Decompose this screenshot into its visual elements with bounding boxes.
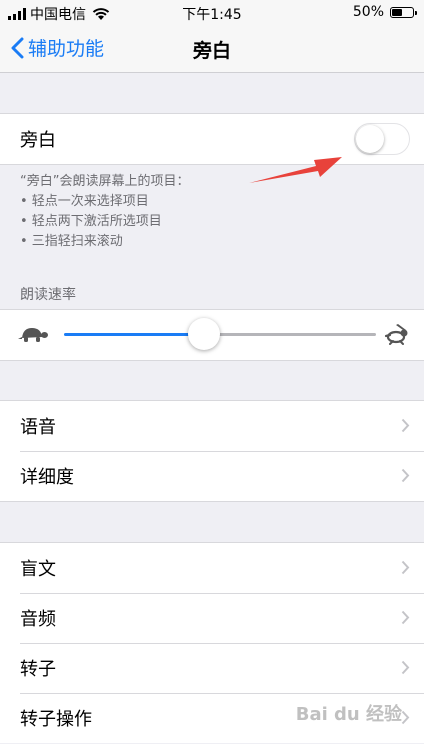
battery-icon <box>390 6 417 18</box>
list-item-braille[interactable]: 盲文 <box>0 543 424 593</box>
row-label: 盲文 <box>20 559 56 580</box>
row-label: 详细度 <box>20 467 74 488</box>
voiceover-group: 旁白 <box>0 113 424 165</box>
voiceover-description: “旁白”会朗读屏幕上的项目： • 轻点一次来选择项目 • 轻点两下激活所选项目 … <box>20 172 189 252</box>
speaking-rate-track[interactable] <box>204 333 376 336</box>
annotation-arrow-icon <box>249 157 342 183</box>
description-line: • 轻点一次来选择项目 <box>20 194 149 209</box>
chevron-right-icon <box>401 560 410 575</box>
chevron-right-icon <box>401 468 410 483</box>
chevron-right-icon <box>401 710 410 725</box>
chevron-right-icon <box>401 418 410 433</box>
speaking-rate-track-filled[interactable] <box>64 333 205 336</box>
list-item-rotor[interactable]: 转子 <box>0 643 424 693</box>
battery-percent: 50% <box>352 4 384 20</box>
voice-settings-group: 语音 详细度 <box>0 400 424 502</box>
row-label: 音频 <box>20 609 56 630</box>
voiceover-row: 旁白 <box>0 114 424 164</box>
chevron-right-icon <box>401 660 410 675</box>
page-title: 旁白 <box>192 40 231 62</box>
chevron-right-icon <box>401 610 410 625</box>
toggle-knob <box>356 125 384 153</box>
description-line: • 三指轻扫来滚动 <box>20 234 123 249</box>
turtle-icon <box>18 328 48 342</box>
list-item-speech[interactable]: 语音 <box>0 401 424 451</box>
row-label: 转子操作 <box>20 709 92 730</box>
status-bar: 中国电信 下午1:45 50% <box>0 0 424 26</box>
speaking-rate-header: 朗读速率 <box>20 287 76 303</box>
voiceover-label: 旁白 <box>20 130 56 151</box>
watermark: Bai du 经验 <box>295 704 402 725</box>
rabbit-icon <box>384 324 408 345</box>
description-line: • 轻点两下激活所选项目 <box>20 214 162 229</box>
description-line: “旁白”会朗读屏幕上的项目： <box>20 174 190 189</box>
voiceover-toggle[interactable] <box>354 123 410 155</box>
navigation-bar: 辅助功能 旁白 <box>0 26 424 73</box>
row-label: 语音 <box>20 417 56 438</box>
list-item-verbosity[interactable]: 详细度 <box>0 451 424 501</box>
row-label: 转子 <box>20 659 56 680</box>
list-item-audio[interactable]: 音频 <box>0 593 424 643</box>
